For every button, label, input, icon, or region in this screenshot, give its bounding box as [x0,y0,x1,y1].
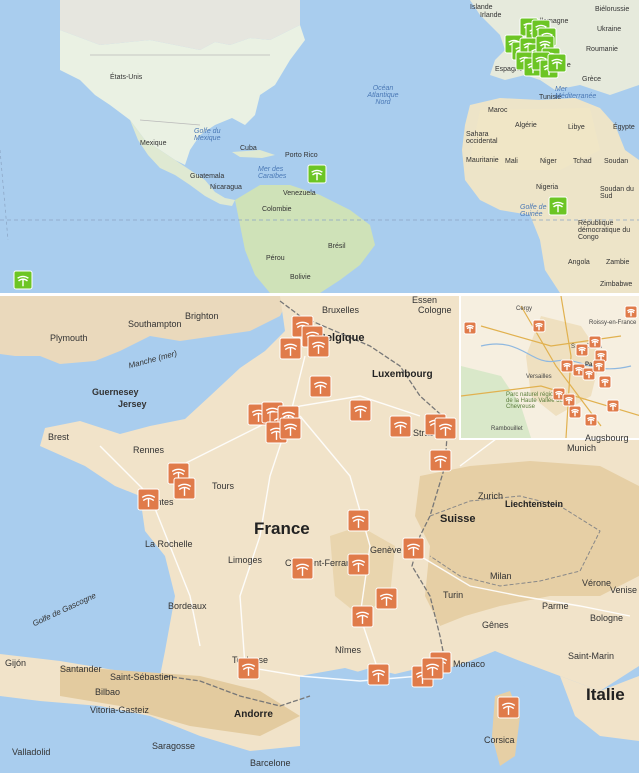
orange-palm-marker[interactable] [351,605,374,628]
orange-palm-marker[interactable] [347,509,370,532]
orange-palm-marker[interactable] [237,657,260,680]
orange-palm-marker[interactable] [291,557,314,580]
orange-palm-marker[interactable] [367,663,390,686]
orange-palm-marker[interactable] [434,417,457,440]
orange-palm-marker[interactable] [497,696,520,719]
orange-palm-marker[interactable] [137,488,160,511]
orange-palm-marker[interactable] [421,657,444,680]
green-palm-marker[interactable] [547,53,567,73]
green-palm-marker[interactable] [548,196,568,216]
orange-palm-marker[interactable] [347,553,370,576]
orange-palm-marker[interactable] [309,375,332,398]
green-marker-layer [13,17,568,290]
orange-palm-marker[interactable] [429,449,452,472]
orange-palm-marker[interactable] [279,417,302,440]
orange-palm-marker[interactable] [389,415,412,438]
orange-palm-marker[interactable] [349,399,372,422]
orange-marker-layer [137,315,520,719]
orange-palm-marker[interactable] [173,477,196,500]
orange-palm-marker[interactable] [402,537,425,560]
green-palm-marker[interactable] [13,270,33,290]
france-map[interactable]: Cergy Roissy-en-France Saint-Denis Paris… [0,296,639,773]
orange-palm-marker[interactable] [279,337,302,360]
green-palm-marker[interactable] [307,164,327,184]
orange-palm-marker[interactable] [307,335,330,358]
orange-palm-marker[interactable] [375,587,398,610]
world-map[interactable]: Islande Biélorussie Irlande llemagne Ukr… [0,0,639,293]
